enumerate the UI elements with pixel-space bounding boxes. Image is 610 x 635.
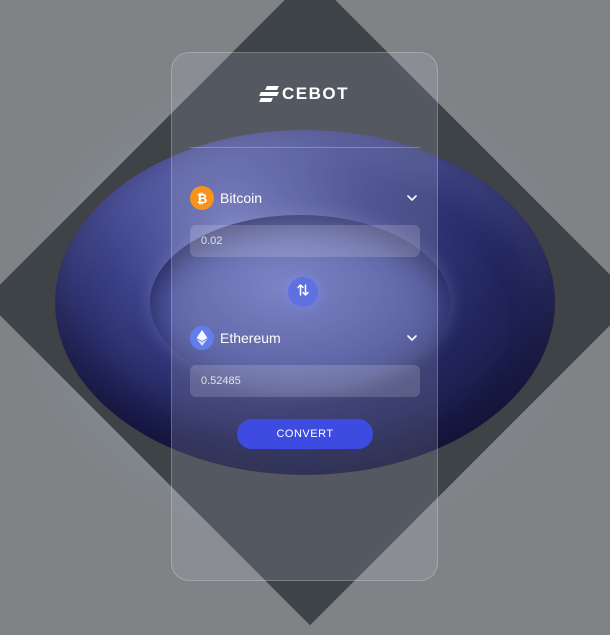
- ethereum-icon: [190, 326, 214, 350]
- convert-button[interactable]: CONVERT: [237, 419, 373, 449]
- to-amount-input[interactable]: [190, 365, 420, 397]
- chevron-down-icon: [405, 331, 419, 345]
- swap-arrows-icon: [296, 283, 310, 302]
- from-coin-selector[interactable]: ₿ Bitcoin: [190, 185, 419, 211]
- to-coin-selector[interactable]: Ethereum: [190, 325, 419, 351]
- from-coin-name: Bitcoin: [220, 190, 263, 206]
- brand-logo: CEBOT: [172, 83, 437, 105]
- converter-card: CEBOT ₿ Bitcoin Ethereum: [171, 52, 438, 581]
- bitcoin-icon: ₿: [190, 186, 214, 210]
- chevron-down-icon: [405, 191, 419, 205]
- swap-button[interactable]: [288, 277, 318, 307]
- bitcoin-glyph: ₿: [196, 190, 208, 206]
- brand-name: CEBOT: [282, 84, 349, 103]
- to-coin-name: Ethereum: [220, 330, 281, 346]
- cebot-logo-icon: [259, 86, 279, 102]
- from-amount-input[interactable]: [190, 225, 420, 257]
- header-divider: [190, 147, 420, 148]
